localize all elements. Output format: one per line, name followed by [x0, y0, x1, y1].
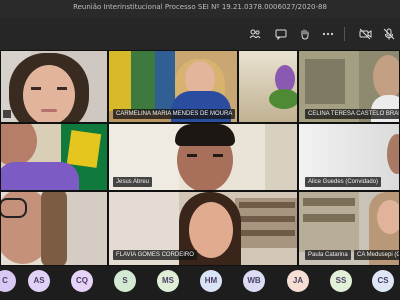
meeting-toolbar	[0, 18, 400, 50]
participant-name: Alice Guedes (Convidado)	[305, 177, 382, 187]
title-bar: Reunião Interinstitucional Processo SEI …	[0, 0, 400, 18]
participant-avatar-strip: C AS CQ S MS HM WB JA SS CS	[0, 266, 400, 300]
mic-off-indicator	[3, 110, 11, 118]
meeting-window: Reunião Interinstitucional Processo SEI …	[0, 0, 400, 300]
video-tile-7[interactable]	[0, 191, 108, 266]
participant-name: Jesus Abreu	[113, 177, 153, 187]
video-tile-3[interactable]: CELINA TERESA CASTELO BRANCO	[298, 50, 400, 123]
more-icon[interactable]	[319, 25, 337, 43]
avatar[interactable]: S	[114, 270, 136, 292]
avatar[interactable]: MS	[157, 270, 179, 292]
participant-name: Paula Catarina	[305, 250, 351, 260]
camera-off-icon[interactable]	[356, 25, 374, 43]
video-tile-2[interactable]: CARMELINA MARIA MENDES DE MOURA	[108, 50, 238, 123]
avatar[interactable]: SS	[330, 270, 352, 292]
avatar[interactable]: C	[0, 270, 16, 292]
participant-name: CA Medusepi (Co	[354, 250, 399, 260]
participant-name: CELINA TERESA CASTELO BRANCO	[305, 109, 399, 119]
video-tile-1[interactable]	[0, 50, 108, 123]
video-tile-6[interactable]: Alice Guedes (Convidado)	[298, 123, 400, 191]
participant-name: FLAVIA GOMES CORDEIRO	[113, 250, 197, 260]
video-tile-3a[interactable]	[238, 50, 298, 123]
avatar[interactable]: HM	[200, 270, 222, 292]
video-tile-5[interactable]: Jesus Abreu	[108, 123, 298, 191]
mic-off-icon[interactable]	[380, 25, 398, 43]
video-tile-8[interactable]: FLAVIA GOMES CORDEIRO	[108, 191, 298, 266]
meeting-title: Reunião Interinstitucional Processo SEI …	[73, 3, 327, 11]
toolbar-divider	[344, 27, 345, 41]
video-tile-9[interactable]: Paula Catarina CA Medusepi (Co	[298, 191, 400, 266]
chat-icon[interactable]	[272, 25, 290, 43]
avatar[interactable]: JA	[287, 270, 309, 292]
avatar[interactable]: AS	[28, 270, 50, 292]
avatar[interactable]: CQ	[71, 270, 93, 292]
video-tile-4[interactable]	[0, 123, 108, 191]
raise-hand-icon[interactable]	[296, 25, 314, 43]
participant-name: CARMELINA MARIA MENDES DE MOURA	[113, 109, 236, 119]
avatar[interactable]: CS	[372, 270, 394, 292]
avatar[interactable]: WB	[243, 270, 265, 292]
people-icon[interactable]	[246, 25, 264, 43]
